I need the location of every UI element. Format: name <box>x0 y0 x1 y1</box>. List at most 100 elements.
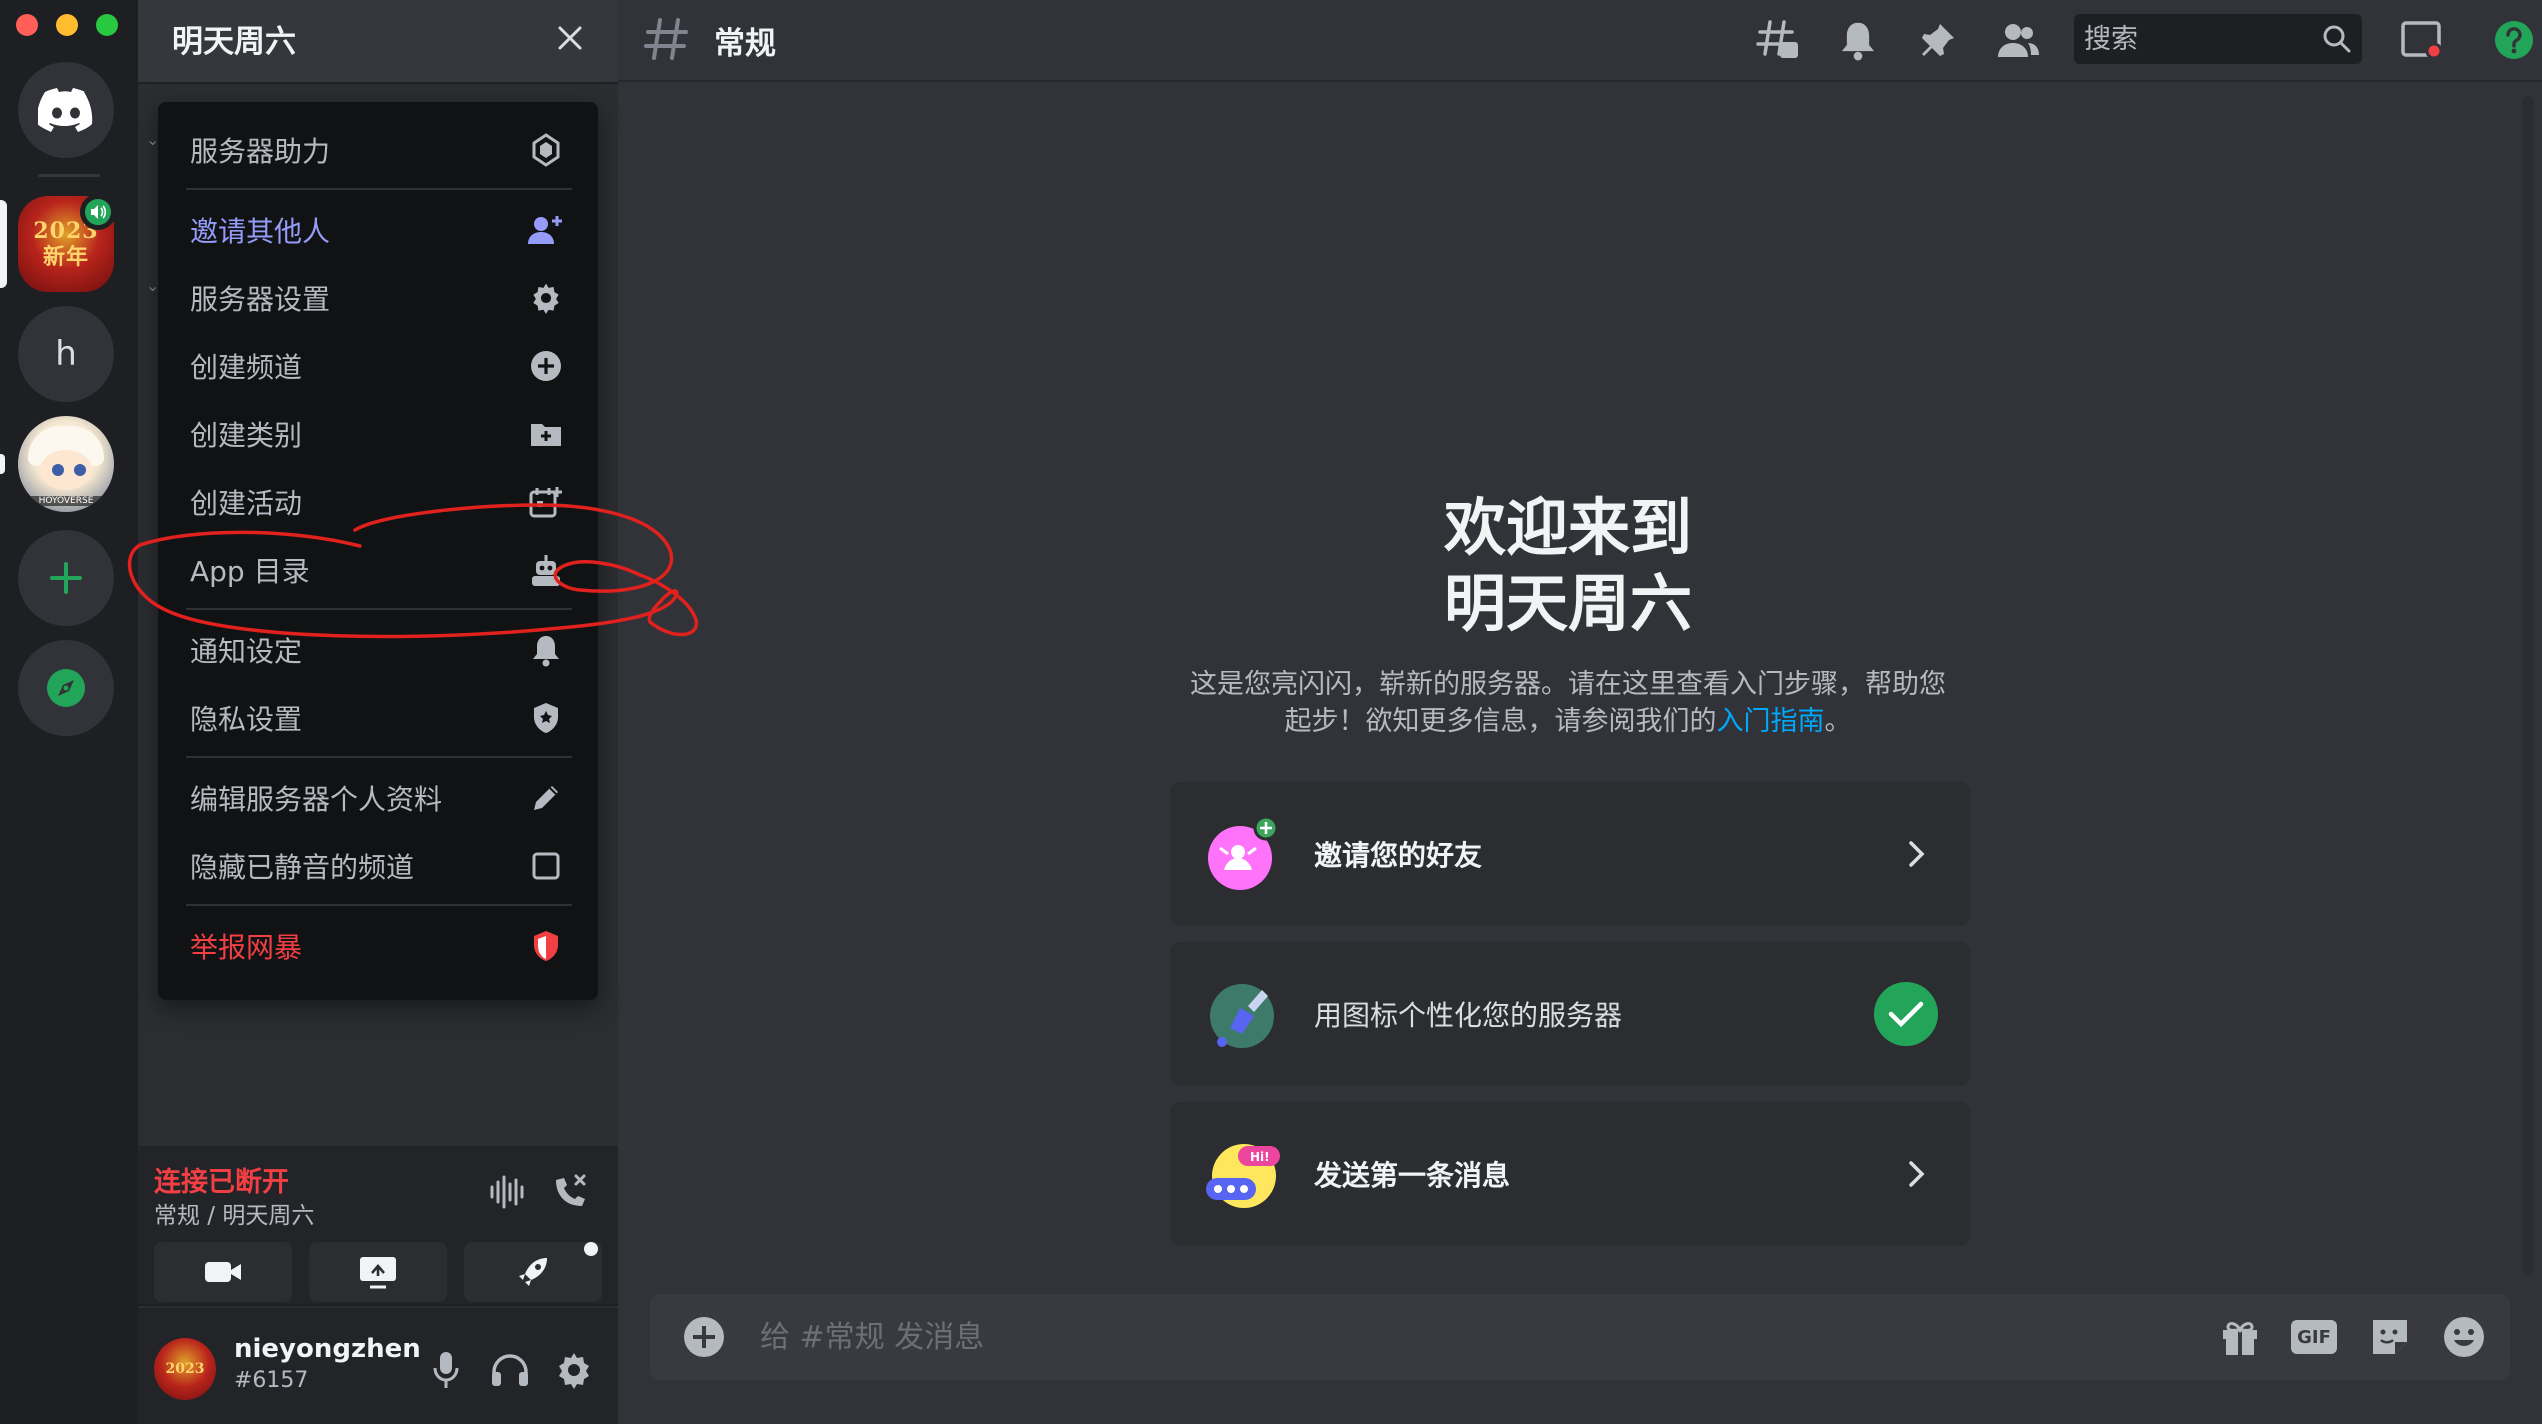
camera-button[interactable] <box>154 1242 292 1302</box>
deafen-button[interactable] <box>484 1344 536 1396</box>
server-icon-hoyoverse[interactable]: HOYOVERSE <box>18 416 114 512</box>
chat-scrollbar[interactable] <box>2522 96 2534 1276</box>
card-label: 发送第一条消息 <box>1314 1159 1511 1192</box>
server-icon-h[interactable]: h <box>18 306 114 402</box>
activity-button[interactable] <box>464 1242 602 1302</box>
menu-item-privacy[interactable]: 隐私设置 <box>174 688 582 748</box>
checkbox-icon[interactable] <box>528 848 564 884</box>
hash-icon <box>644 18 688 60</box>
welcome-desc-line: 这是您亮闪闪，崭新的服务器。请在这里查看入门步骤，帮助您 <box>1190 669 1946 700</box>
search-input[interactable] <box>2084 20 2314 58</box>
unread-indicator <box>0 454 5 474</box>
chevron-right-icon <box>1892 830 1940 878</box>
video-camera-icon <box>205 1262 241 1282</box>
invite-friends-icon <box>1208 815 1279 890</box>
screen-share-button[interactable] <box>309 1242 447 1302</box>
menu-item-server-settings[interactable]: 服务器设置 <box>174 268 582 328</box>
window-minimize-button[interactable] <box>56 14 78 36</box>
menu-item-invite[interactable]: 邀请其他人 <box>174 200 582 260</box>
help-button[interactable] <box>2488 14 2540 66</box>
rocket-icon <box>519 1258 547 1286</box>
menu-divider <box>186 188 572 190</box>
explore-servers-button[interactable] <box>18 640 114 736</box>
calendar-plus-icon <box>528 484 564 520</box>
pencil-icon <box>528 780 564 816</box>
menu-item-label: App 目录 <box>190 555 310 588</box>
welcome-description: 这是您亮闪闪，崭新的服务器。请在这里查看入门步骤，帮助您 起步！欲知更多信息，请… <box>1148 666 1988 740</box>
user-settings-button[interactable] <box>548 1344 600 1396</box>
card-label: 用图标个性化您的服务器 <box>1314 999 1623 1032</box>
discord-logo-icon <box>38 88 93 132</box>
home-button[interactable] <box>18 62 114 158</box>
bell-icon <box>1841 22 1875 61</box>
channel-header: 常规 <box>618 0 2542 82</box>
plus-icon <box>50 562 82 594</box>
menu-item-report[interactable]: 举报网暴 <box>174 916 582 976</box>
emoji-button[interactable] <box>2440 1313 2488 1361</box>
user-discriminator: #6157 <box>234 1368 309 1393</box>
menu-item-hide-muted-channels[interactable]: 隐藏已静音的频道 <box>174 836 582 896</box>
server-tag: HOYOVERSE <box>18 496 114 506</box>
member-list-button[interactable] <box>1992 14 2044 66</box>
menu-divider <box>186 756 572 758</box>
card-label: 邀请您的好友 <box>1314 839 1483 872</box>
username[interactable]: nieyongzhen <box>234 1334 421 1364</box>
menu-divider <box>186 904 572 906</box>
sticker-button[interactable] <box>2366 1313 2414 1361</box>
rail-divider <box>38 174 100 177</box>
message-input[interactable] <box>760 1314 1760 1360</box>
mute-mic-button[interactable] <box>420 1344 472 1396</box>
threads-icon <box>1756 20 1798 58</box>
menu-item-create-channel[interactable]: 创建频道 <box>174 336 582 396</box>
add-user-icon <box>528 212 564 248</box>
gear-icon <box>559 1353 589 1389</box>
inbox-button[interactable] <box>2396 14 2448 66</box>
window-zoom-button[interactable] <box>96 14 118 36</box>
menu-item-label: 服务器助力 <box>190 135 331 168</box>
menu-item-notifications[interactable]: 通知设定 <box>174 620 582 680</box>
boost-gem-icon <box>528 132 564 168</box>
menu-item-boost[interactable]: 服务器助力 <box>174 120 582 180</box>
activity-new-dot <box>584 1242 598 1256</box>
gift-icon <box>2223 1322 2257 1355</box>
help-icon <box>2495 21 2533 59</box>
window-close-button[interactable] <box>16 14 38 36</box>
noise-suppression-button[interactable] <box>484 1168 532 1216</box>
attach-plus-button[interactable] <box>682 1315 726 1359</box>
plus-circle-icon <box>528 348 564 384</box>
server-header[interactable]: 明天周六 <box>138 0 618 82</box>
welcome-title-line: 欢迎来到 <box>1443 491 1692 564</box>
menu-divider <box>186 608 572 610</box>
menu-item-label: 邀请其他人 <box>190 215 331 248</box>
folder-plus-icon <box>528 416 564 452</box>
menu-item-create-category[interactable]: 创建类别 <box>174 404 582 464</box>
customize-icon-card[interactable]: 用图标个性化您的服务器 <box>1170 942 1970 1086</box>
menu-item-create-event[interactable]: 创建活动 <box>174 472 582 532</box>
add-server-button[interactable] <box>18 530 114 626</box>
threads-button[interactable] <box>1752 14 1804 66</box>
close-icon <box>558 26 582 50</box>
getting-started-link[interactable]: 入门指南 <box>1717 706 1825 737</box>
menu-item-edit-server-profile[interactable]: 编辑服务器个人资料 <box>174 768 582 828</box>
notification-settings-button[interactable] <box>1832 14 1884 66</box>
close-menu-button[interactable] <box>548 16 592 60</box>
disconnect-button[interactable] <box>546 1168 594 1216</box>
soundwave-icon <box>490 1175 524 1209</box>
bell-icon <box>528 632 564 668</box>
channel-title: 常规 <box>714 26 776 62</box>
server-dropdown-menu: 服务器助力 邀请其他人 服务器设置 创建频道 创建类别 创建活动 App 目录 … <box>158 102 598 1000</box>
menu-item-app-directory[interactable]: App 目录 <box>174 540 582 600</box>
report-shield-icon <box>528 928 564 964</box>
avatar[interactable]: 2023 <box>154 1338 216 1400</box>
search-box[interactable] <box>2074 14 2362 64</box>
gear-icon <box>528 280 564 316</box>
avatar-art: 2023 <box>165 1361 205 1377</box>
gif-button[interactable]: GIF <box>2290 1313 2338 1361</box>
invite-friends-card[interactable]: 邀请您的好友 <box>1170 782 1970 926</box>
active-server-indicator <box>0 200 7 288</box>
gift-button[interactable] <box>2216 1313 2264 1361</box>
send-first-message-card[interactable]: Hi! 发送第一条消息 <box>1170 1102 1970 1246</box>
pinned-messages-button[interactable] <box>1912 14 1964 66</box>
server-name: 明天周六 <box>172 24 296 60</box>
shield-icon <box>528 700 564 736</box>
